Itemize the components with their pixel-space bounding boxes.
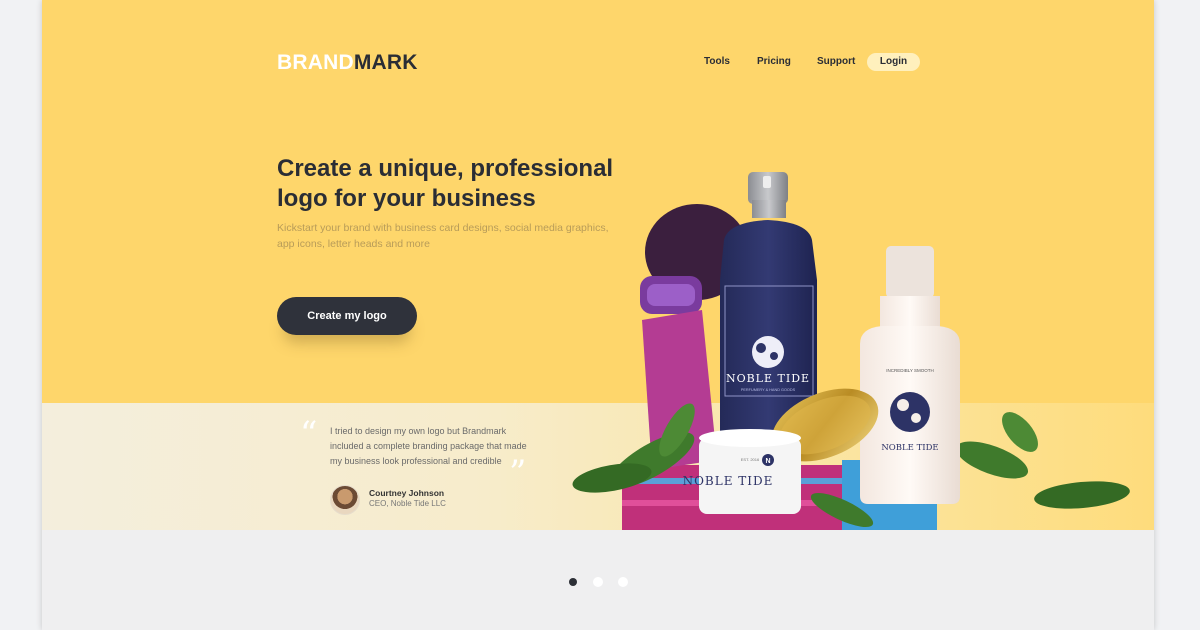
lotion-brand-text: NOBLE TIDE	[881, 443, 938, 453]
testimonial-quote: I tried to design my own logo but Brandm…	[330, 426, 527, 466]
carousel-dot-2[interactable]	[593, 577, 603, 587]
landing-page: BRANDMARK Tools Pricing Support Login Cr…	[42, 0, 1154, 630]
quote-close-icon: ”	[509, 453, 527, 493]
author-avatar	[330, 485, 360, 515]
jar-brand-text: NOBLE TIDE	[683, 474, 774, 488]
bottle-tagline-text: PERFUMERY & HAND GOODS	[741, 388, 796, 392]
nav-pricing-link[interactable]: Pricing	[757, 53, 791, 71]
jar-letter-text: N	[765, 458, 770, 465]
nav-support-link[interactable]: Support	[817, 53, 855, 71]
product-mockup-image: NOBLE TIDE PERFUMERY & HAND GOODS INCRED…	[572, 172, 1130, 530]
author-name: Courtney Johnson	[369, 488, 445, 498]
author-title: CEO, Noble Tide LLC	[369, 499, 446, 508]
lotion-bottle: INCREDIBLY SMOOTH NOBLE TIDE	[860, 246, 960, 504]
create-logo-button[interactable]: Create my logo	[277, 297, 417, 335]
login-button[interactable]: Login	[867, 53, 920, 71]
carousel-dot-1[interactable]	[569, 578, 577, 586]
quote-open-icon: “	[300, 414, 318, 454]
bottle-brand-text: NOBLE TIDE	[726, 372, 810, 385]
brand-logo-part2: MARK	[353, 51, 418, 74]
carousel-dot-3[interactable]	[618, 577, 628, 587]
jar-est-text: EST. 2016	[741, 457, 760, 462]
brand-logo-part1: BRAND	[277, 51, 354, 74]
brand-logo[interactable]: BRANDMARK	[277, 51, 418, 75]
lotion-top-text: INCREDIBLY SMOOTH	[886, 368, 934, 373]
nav-tools-link[interactable]: Tools	[704, 53, 730, 71]
